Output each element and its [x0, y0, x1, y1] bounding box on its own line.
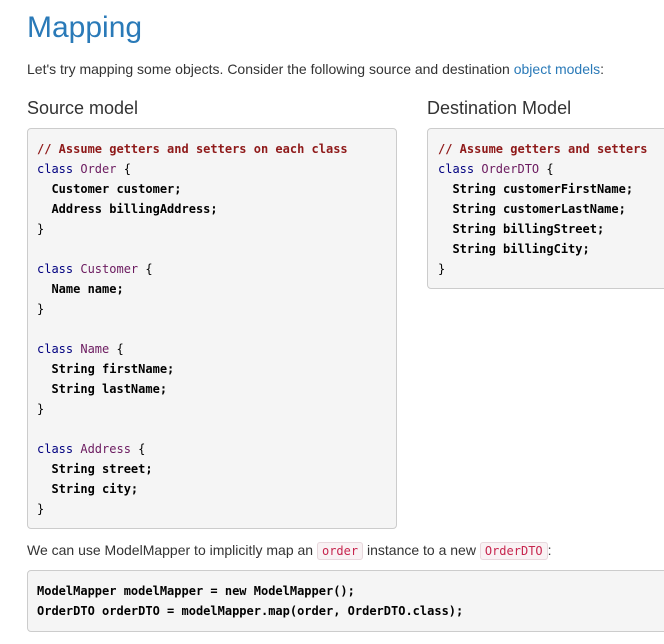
implicit-map-paragraph: We can use ModelMapper to implicitly map…	[27, 540, 552, 561]
brace-close: }	[37, 222, 45, 236]
para-text-2: instance to a new	[363, 542, 480, 558]
dest-comment: // Assume getters and setters	[438, 142, 648, 156]
field-billing-address: Address billingAddress;	[37, 202, 218, 216]
field-billing-street: String billingStreet;	[438, 222, 605, 236]
intro-text: Let's try mapping some objects. Consider…	[27, 61, 514, 77]
field-customer-first-name: String customerFirstName;	[438, 182, 634, 196]
field-customer: Customer customer;	[37, 182, 182, 196]
brace-open: {	[539, 162, 554, 176]
field-last-name: String lastName;	[37, 382, 168, 396]
kw-class: class	[37, 342, 74, 356]
field-city: String city;	[37, 482, 139, 496]
para-text-1: We can use ModelMapper to implicitly map…	[27, 542, 317, 558]
mapper-code-block: ModelMapper modelMapper = new ModelMappe…	[27, 570, 664, 632]
field-name: Name name;	[37, 282, 124, 296]
brace-close: }	[37, 302, 45, 316]
object-models-link[interactable]: object models	[514, 61, 600, 77]
mapper-code: ModelMapper modelMapper = new ModelMappe…	[37, 581, 664, 621]
page-title: Mapping	[27, 11, 143, 44]
brace-close: }	[438, 262, 446, 276]
kw-class: class	[37, 162, 74, 176]
source-code-block: // Assume getters and setters on each cl…	[27, 128, 397, 529]
brace-close: }	[37, 402, 45, 416]
class-name: Name	[80, 342, 110, 356]
field-billing-city: String billingCity;	[438, 242, 590, 256]
source-model-heading: Source model	[27, 98, 139, 118]
brace-open: {	[138, 262, 153, 276]
destination-code: // Assume getters and setters class Orde…	[438, 139, 664, 279]
class-address: Address	[80, 442, 131, 456]
intro-tail: :	[600, 61, 604, 77]
destination-code-block: // Assume getters and setters class Orde…	[427, 128, 664, 289]
kw-class: class	[438, 162, 475, 176]
brace-open: {	[109, 342, 124, 356]
brace-close: }	[37, 502, 45, 516]
class-customer: Customer	[80, 262, 139, 276]
class-order: Order	[80, 162, 117, 176]
intro-paragraph: Let's try mapping some objects. Consider…	[27, 59, 604, 79]
source-code: // Assume getters and setters on each cl…	[37, 139, 396, 519]
para-text-3: :	[547, 542, 552, 558]
field-street: String street;	[37, 462, 153, 476]
inline-code-order: order	[316, 542, 364, 560]
inline-code-orderdto: OrderDTO	[479, 542, 548, 560]
mapper-line-2: OrderDTO orderDTO = modelMapper.map(orde…	[37, 604, 464, 618]
field-customer-last-name: String customerLastName;	[438, 202, 626, 216]
source-comment: // Assume getters and setters on each cl…	[37, 142, 348, 156]
mapper-line-1: ModelMapper modelMapper = new ModelMappe…	[37, 584, 355, 598]
kw-class: class	[37, 442, 74, 456]
brace-open: {	[116, 162, 131, 176]
brace-open: {	[130, 442, 146, 456]
kw-class: class	[37, 262, 74, 276]
destination-model-heading: Destination Model	[427, 98, 572, 118]
class-orderdto: OrderDTO	[481, 162, 540, 176]
field-first-name: String firstName;	[37, 362, 175, 376]
